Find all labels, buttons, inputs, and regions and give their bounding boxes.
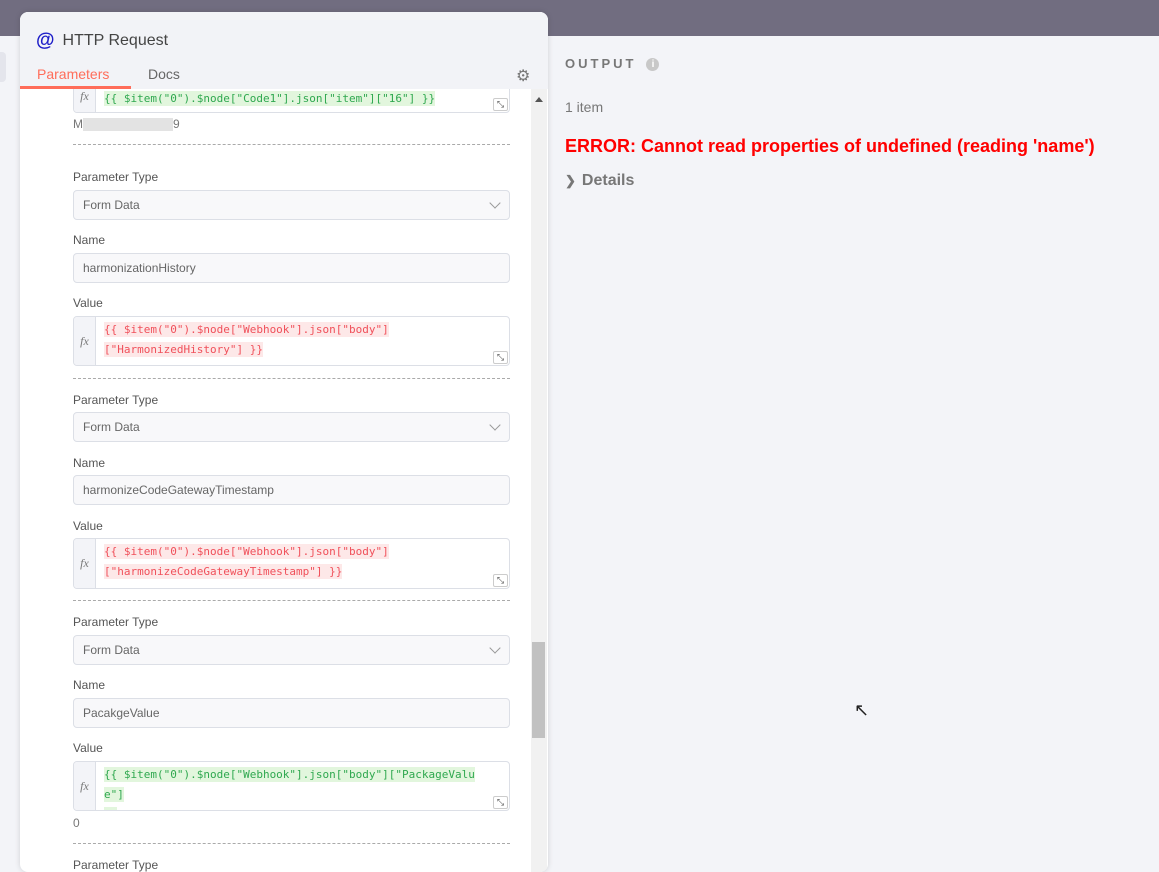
name-input[interactable]: harmonizationHistory (73, 253, 510, 283)
output-heading: OUTPUT i (565, 56, 660, 72)
parameter-type-label: Parameter Type (73, 858, 159, 872)
expression-result: M9 (73, 117, 180, 132)
redacted-value (83, 118, 173, 132)
expand-icon[interactable]: ⤡ (493, 351, 508, 364)
chevron-down-icon (489, 419, 501, 431)
panel-header: @ HTTP Request Parameters Docs ⚙ (20, 12, 548, 89)
fx-icon: fx (74, 317, 96, 365)
parameter-type-label: Parameter Type (73, 615, 159, 629)
info-icon[interactable]: i (646, 58, 660, 72)
expand-icon[interactable]: ⤡ (493, 98, 508, 111)
chevron-right-icon: ❯ (565, 173, 576, 188)
parameter-type-label: Parameter Type (73, 170, 159, 184)
gear-icon[interactable]: ⚙ (516, 66, 530, 86)
name-label: Name (73, 678, 106, 692)
details-toggle[interactable]: ❯ Details (565, 172, 634, 190)
tab-parameters[interactable]: Parameters (37, 66, 109, 82)
value-label: Value (73, 741, 103, 755)
name-label: Name (73, 456, 106, 470)
name-label: Name (73, 233, 106, 247)
error-message: ERROR: Cannot read properties of undefin… (565, 136, 1095, 156)
value-expression[interactable]: fx {{ $item("0").$node["Code1"].json["it… (73, 89, 510, 113)
item-count: 1 item (565, 99, 604, 115)
chevron-down-icon (489, 197, 501, 209)
divider (73, 843, 510, 844)
http-request-icon: @ (36, 30, 55, 51)
expand-icon[interactable]: ⤡ (493, 574, 508, 587)
name-input[interactable]: harmonizeCodeGatewayTimestamp (73, 475, 510, 505)
value-expression[interactable]: fx {{ $item("0").$node["Webhook"].json["… (73, 316, 510, 366)
scroll-up-arrow-icon[interactable] (535, 97, 543, 102)
fx-icon: fx (74, 89, 96, 112)
scrollbar-thumb[interactable] (532, 642, 545, 738)
value-label: Value (73, 519, 103, 533)
fx-icon: fx (74, 762, 96, 810)
side-tab[interactable] (0, 52, 6, 82)
parameters-list: fx {{ $item("0").$node["Code1"].json["it… (20, 89, 530, 872)
fx-icon: fx (74, 539, 96, 588)
divider (73, 144, 510, 145)
chevron-down-icon (489, 642, 501, 654)
divider (73, 600, 510, 601)
mouse-cursor-icon: ↖ (854, 700, 870, 720)
value-expression[interactable]: fx {{ $item("0").$node["Webhook"].json["… (73, 538, 510, 589)
panel-title: @ HTTP Request (36, 30, 168, 52)
node-panel: @ HTTP Request Parameters Docs ⚙ fx {{ $… (20, 12, 548, 872)
panel-title-text: HTTP Request (62, 32, 169, 49)
parameter-type-label: Parameter Type (73, 393, 159, 407)
parameter-type-select[interactable]: Form Data (73, 635, 510, 665)
divider (73, 378, 510, 379)
name-input[interactable]: PacakgeValue (73, 698, 510, 728)
parameter-type-select[interactable]: Form Data (73, 412, 510, 442)
expression-result: 0 (73, 816, 80, 830)
expression-text: {{ $item("0").$node["Code1"].json["item"… (104, 91, 436, 106)
value-label: Value (73, 296, 103, 310)
expand-icon[interactable]: ⤡ (493, 796, 508, 809)
parameter-type-select[interactable]: Form Data (73, 190, 510, 220)
value-expression[interactable]: fx {{ $item("0").$node["Webhook"].json["… (73, 761, 510, 811)
scrollbar[interactable] (531, 89, 547, 872)
tab-docs[interactable]: Docs (148, 66, 180, 82)
